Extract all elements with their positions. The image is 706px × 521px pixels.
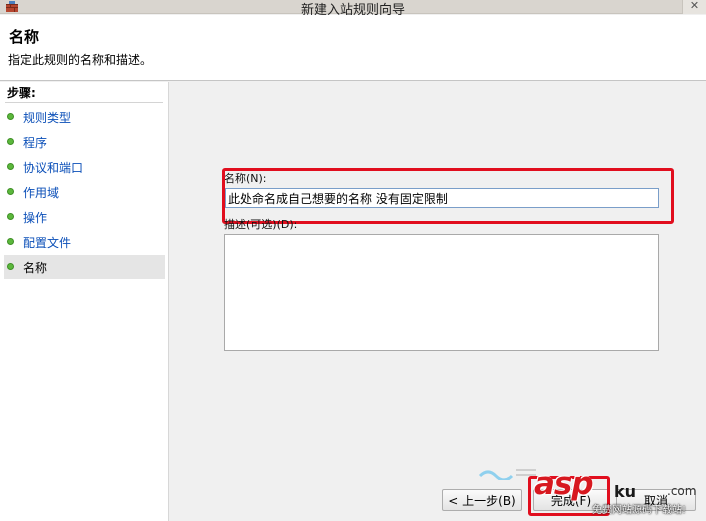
step-scope[interactable]: 作用域: [4, 180, 165, 204]
faded-watermark-icon: [478, 469, 536, 480]
step-dot-icon: [7, 163, 14, 170]
step-name[interactable]: 名称: [4, 255, 165, 279]
description-field-label: 描述(可选)(D):: [224, 218, 298, 231]
name-field-label: 名称(N):: [224, 172, 267, 185]
step-dot-icon: [7, 113, 14, 120]
step-profile[interactable]: 配置文件: [4, 230, 165, 254]
description-field[interactable]: [224, 234, 659, 351]
page-subtitle: 指定此规则的名称和描述。: [8, 53, 153, 67]
steps-sidebar: 步骤: 规则类型 程序 协议和端口 作用域 操作 配置文件 名称: [0, 82, 169, 521]
page-title: 名称: [9, 28, 40, 46]
title-bar: 新建入站规则向导 ✕: [0, 0, 706, 18]
step-rule-type[interactable]: 规则类型: [4, 105, 165, 129]
step-program[interactable]: 程序: [4, 130, 165, 154]
step-dot-icon: [7, 263, 14, 270]
step-dot-icon: [7, 213, 14, 220]
step-label: 规则类型: [23, 111, 72, 125]
step-label: 作用域: [23, 186, 60, 200]
close-icon: ✕: [689, 0, 700, 12]
cancel-button[interactable]: 取消: [616, 489, 696, 511]
page-header: 名称 指定此规则的名称和描述。: [0, 15, 706, 81]
name-field[interactable]: [225, 188, 659, 208]
finish-button[interactable]: 完成(F): [533, 489, 609, 511]
steps-heading: 步骤:: [7, 86, 36, 100]
back-button[interactable]: < 上一步(B): [442, 489, 522, 511]
wizard-content: 名称(N): 描述(可选)(D):: [170, 82, 706, 521]
step-action[interactable]: 操作: [4, 205, 165, 229]
step-dot-icon: [7, 238, 14, 245]
step-label: 协议和端口: [23, 161, 84, 175]
step-label: 程序: [23, 136, 48, 150]
step-label: 操作: [23, 211, 48, 225]
close-button[interactable]: ✕: [682, 0, 706, 14]
steps-divider: [5, 102, 163, 103]
step-label: 配置文件: [23, 236, 72, 250]
step-dot-icon: [7, 138, 14, 145]
step-protocol-ports[interactable]: 协议和端口: [4, 155, 165, 179]
step-dot-icon: [7, 188, 14, 195]
step-label: 名称: [23, 261, 48, 275]
